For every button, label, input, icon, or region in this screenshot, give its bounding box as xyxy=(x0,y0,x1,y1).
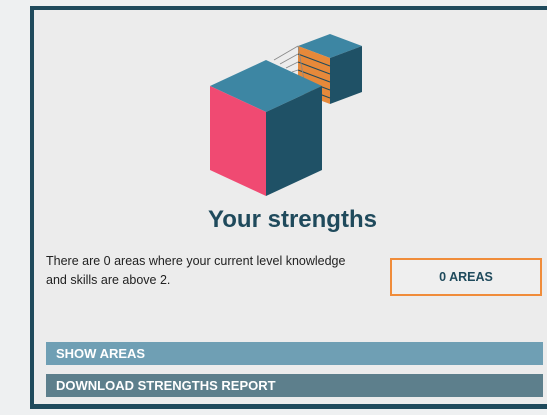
download-strengths-report-button[interactable]: DOWNLOAD STRENGTHS REPORT xyxy=(46,374,543,397)
cubes-strength-icon xyxy=(210,34,362,196)
strengths-description: There are 0 areas where your current lev… xyxy=(46,254,346,287)
page-title: Your strengths xyxy=(208,206,377,233)
areas-count-badge[interactable]: 0 AREAS xyxy=(390,258,542,296)
show-areas-button[interactable]: SHOW AREAS xyxy=(46,342,543,365)
strengths-card: Your strengths There are 0 areas where y… xyxy=(30,6,547,409)
